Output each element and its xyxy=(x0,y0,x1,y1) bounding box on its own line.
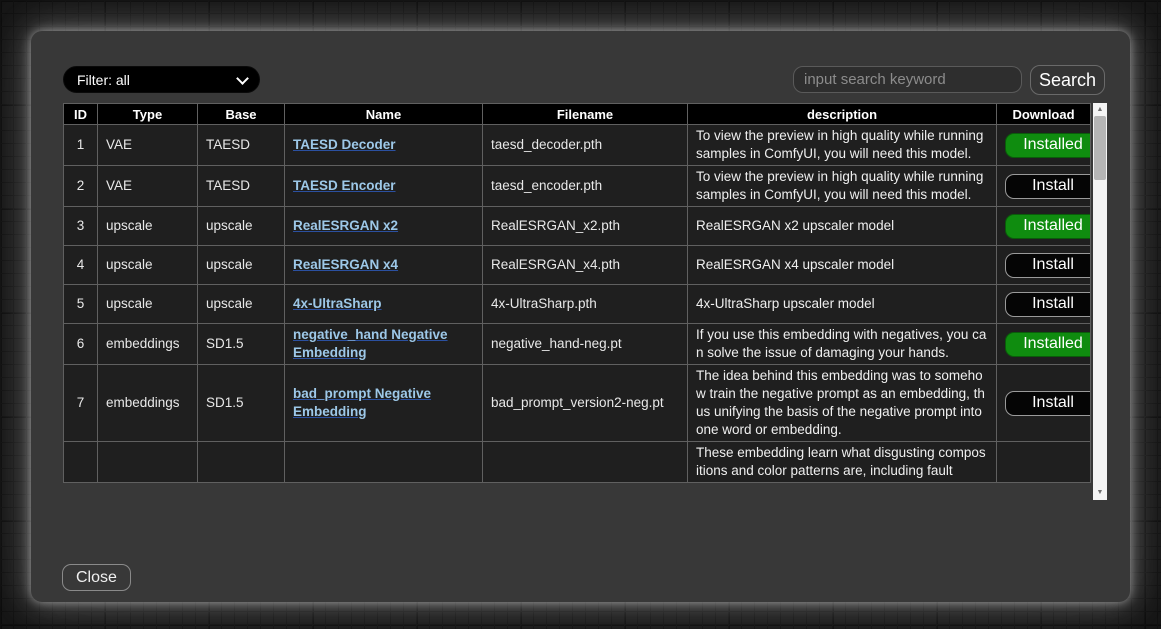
filter-select-wrap: Filter: all xyxy=(63,66,260,93)
table-row: 2VAETAESD TAESD Encoder taesd_encoder.pthT… xyxy=(64,166,1091,207)
cell-download: Install xyxy=(997,246,1091,285)
model-manager-dialog: Filter: all Search IDTypeBaseNameFilenam… xyxy=(31,31,1130,602)
cell-filename: taesd_encoder.pth xyxy=(483,166,688,207)
cell-name xyxy=(285,442,483,483)
cell-name: RealESRGAN x2 xyxy=(285,207,483,246)
column-header-name: Name xyxy=(285,104,483,125)
table-header-row: IDTypeBaseNameFilenamedescriptionDownloa… xyxy=(64,104,1091,125)
cell-name: 4x-UltraSharp xyxy=(285,285,483,324)
column-header-type: Type xyxy=(98,104,198,125)
cell-filename xyxy=(483,442,688,483)
cell-id: 4 xyxy=(64,246,98,285)
cell-download: Install xyxy=(997,365,1091,442)
table-row: 7embeddingsSD1.5bad_prompt Negative Embe… xyxy=(64,365,1091,442)
cell-filename: RealESRGAN_x2.pth xyxy=(483,207,688,246)
cell-id: 3 xyxy=(64,207,98,246)
install-button[interactable]: Install xyxy=(1005,174,1091,199)
table-row: 6embeddingsSD1.5negative_hand Negative E… xyxy=(64,324,1091,365)
install-button[interactable]: Install xyxy=(1005,253,1091,278)
model-name-link[interactable]: TAESD Encoder xyxy=(293,178,396,193)
cell-base: SD1.5 xyxy=(198,324,285,365)
installed-button[interactable]: Installed xyxy=(1005,214,1091,239)
cell-id xyxy=(64,442,98,483)
column-header-id: ID xyxy=(64,104,98,125)
cell-download xyxy=(997,442,1091,483)
table-row: 5upscaleupscale4x-UltraSharp4x-UltraShar… xyxy=(64,285,1091,324)
install-button[interactable]: Install xyxy=(1005,391,1091,416)
model-name-link[interactable]: RealESRGAN x2 xyxy=(293,218,398,233)
cell-base xyxy=(198,442,285,483)
cell-download: Install xyxy=(997,285,1091,324)
cell-filename: bad_prompt_version2-neg.pt xyxy=(483,365,688,442)
cell-description: To view the preview in high quality whil… xyxy=(688,125,997,166)
cell-description: RealESRGAN x2 upscaler model xyxy=(688,207,997,246)
cell-name: bad_prompt Negative Embedding xyxy=(285,365,483,442)
installed-button[interactable]: Installed xyxy=(1005,133,1091,158)
table-row: 1VAETAESD TAESD Decoder taesd_decoder.pthT… xyxy=(64,125,1091,166)
cell-base: SD1.5 xyxy=(198,365,285,442)
cell-filename: 4x-UltraSharp.pth xyxy=(483,285,688,324)
model-name-link[interactable]: RealESRGAN x4 xyxy=(293,257,398,272)
cell-type xyxy=(98,442,198,483)
cell-filename: negative_hand-neg.pt xyxy=(483,324,688,365)
install-button[interactable]: Install xyxy=(1005,292,1091,317)
table-row: 4upscaleupscaleRealESRGAN x4RealESRGAN_x… xyxy=(64,246,1091,285)
cell-download: Installed xyxy=(997,207,1091,246)
cell-id: 1 xyxy=(64,125,98,166)
cell-type: embeddings xyxy=(98,324,198,365)
cell-description: The idea behind this embedding was to so… xyxy=(688,365,997,442)
cell-type: upscale xyxy=(98,246,198,285)
cell-description: These embedding learn what disgusting co… xyxy=(688,442,997,483)
cell-filename: RealESRGAN_x4.pth xyxy=(483,246,688,285)
cell-type: upscale xyxy=(98,207,198,246)
search-button[interactable]: Search xyxy=(1030,65,1105,95)
cell-base: TAESD xyxy=(198,125,285,166)
model-table: IDTypeBaseNameFilenamedescriptionDownloa… xyxy=(63,103,1091,483)
cell-description: If you use this embedding with negatives… xyxy=(688,324,997,365)
cell-download: Installed xyxy=(997,324,1091,365)
table-row: 3upscaleupscaleRealESRGAN x2RealESRGAN_x… xyxy=(64,207,1091,246)
cell-id: 5 xyxy=(64,285,98,324)
cell-description: 4x-UltraSharp upscaler model xyxy=(688,285,997,324)
cell-description: RealESRGAN x4 upscaler model xyxy=(688,246,997,285)
cell-id: 6 xyxy=(64,324,98,365)
cell-name: TAESD Encoder xyxy=(285,166,483,207)
cell-name: RealESRGAN x4 xyxy=(285,246,483,285)
installed-button[interactable]: Installed xyxy=(1005,332,1091,357)
cell-type: embeddings xyxy=(98,365,198,442)
table-scrollbar[interactable]: ▲ ▼ xyxy=(1093,103,1107,500)
cell-download: Install xyxy=(997,166,1091,207)
model-table-viewport: IDTypeBaseNameFilenamedescriptionDownloa… xyxy=(63,103,1091,500)
cell-filename: taesd_decoder.pth xyxy=(483,125,688,166)
model-name-link[interactable]: 4x-UltraSharp xyxy=(293,296,382,311)
scroll-down-icon[interactable]: ▼ xyxy=(1093,487,1107,499)
cell-base: TAESD xyxy=(198,166,285,207)
model-name-link[interactable]: bad_prompt Negative Embedding xyxy=(293,386,431,419)
cell-base: upscale xyxy=(198,285,285,324)
cell-base: upscale xyxy=(198,207,285,246)
scrollbar-thumb[interactable] xyxy=(1094,116,1106,180)
cell-description: To view the preview in high quality whil… xyxy=(688,166,997,207)
cell-type: VAE xyxy=(98,166,198,207)
scroll-up-icon[interactable]: ▲ xyxy=(1093,104,1107,116)
close-button[interactable]: Close xyxy=(62,564,131,591)
column-header-download: Download xyxy=(997,104,1091,125)
cell-type: VAE xyxy=(98,125,198,166)
model-name-link[interactable]: negative_hand Negative Embedding xyxy=(293,327,448,360)
filter-select[interactable]: Filter: all xyxy=(63,66,260,93)
column-header-description: description xyxy=(688,104,997,125)
cell-id: 2 xyxy=(64,166,98,207)
cell-id: 7 xyxy=(64,365,98,442)
cell-name: negative_hand Negative Embedding xyxy=(285,324,483,365)
column-header-filename: Filename xyxy=(483,104,688,125)
table-row: These embedding learn what disgusting co… xyxy=(64,442,1091,483)
cell-download: Installed xyxy=(997,125,1091,166)
cell-base: upscale xyxy=(198,246,285,285)
cell-name: TAESD Decoder xyxy=(285,125,483,166)
column-header-base: Base xyxy=(198,104,285,125)
cell-type: upscale xyxy=(98,285,198,324)
model-name-link[interactable]: TAESD Decoder xyxy=(293,137,396,152)
search-input[interactable] xyxy=(793,66,1022,93)
